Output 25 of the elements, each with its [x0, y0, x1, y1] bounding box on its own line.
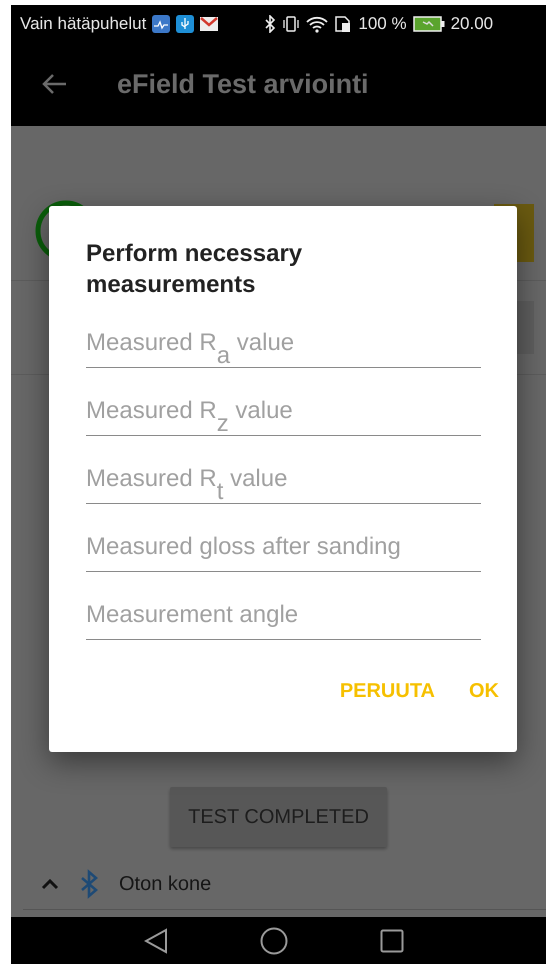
- cancel-button[interactable]: PERUUTA: [332, 668, 443, 715]
- wifi-icon: [306, 14, 328, 32]
- chevron-icon[interactable]: [41, 878, 59, 890]
- carrier-text: Vain hätäpuhelut: [20, 14, 146, 34]
- bluetooth-icon: [264, 14, 276, 32]
- input-field[interactable]: Measurement angle: [86, 600, 481, 640]
- recents-icon[interactable]: [380, 928, 404, 952]
- back-icon[interactable]: [144, 928, 168, 954]
- ok-button[interactable]: OK: [461, 668, 507, 715]
- battery-charging-icon: [412, 16, 445, 32]
- home-icon[interactable]: [260, 926, 288, 954]
- mail-icon: [200, 16, 218, 30]
- vibrate-icon: [282, 14, 300, 32]
- health-app-icon: [152, 14, 170, 32]
- input-field[interactable]: Measured gloss after sanding: [86, 532, 481, 572]
- battery-percent: 100 %: [358, 14, 407, 34]
- screen-title: eField Test arviointi: [117, 68, 369, 100]
- clock-time: 20.00: [450, 14, 494, 34]
- bluetooth-icon: [79, 869, 99, 899]
- usb-icon: [176, 14, 194, 32]
- dialog-title: Perform necessary measurements: [86, 239, 304, 300]
- sim-icon: [334, 14, 352, 32]
- device-name: Oton kone: [119, 872, 212, 896]
- back-arrow-icon[interactable]: [41, 73, 67, 95]
- test-completed-button[interactable]: TEST COMPLETED: [170, 787, 387, 847]
